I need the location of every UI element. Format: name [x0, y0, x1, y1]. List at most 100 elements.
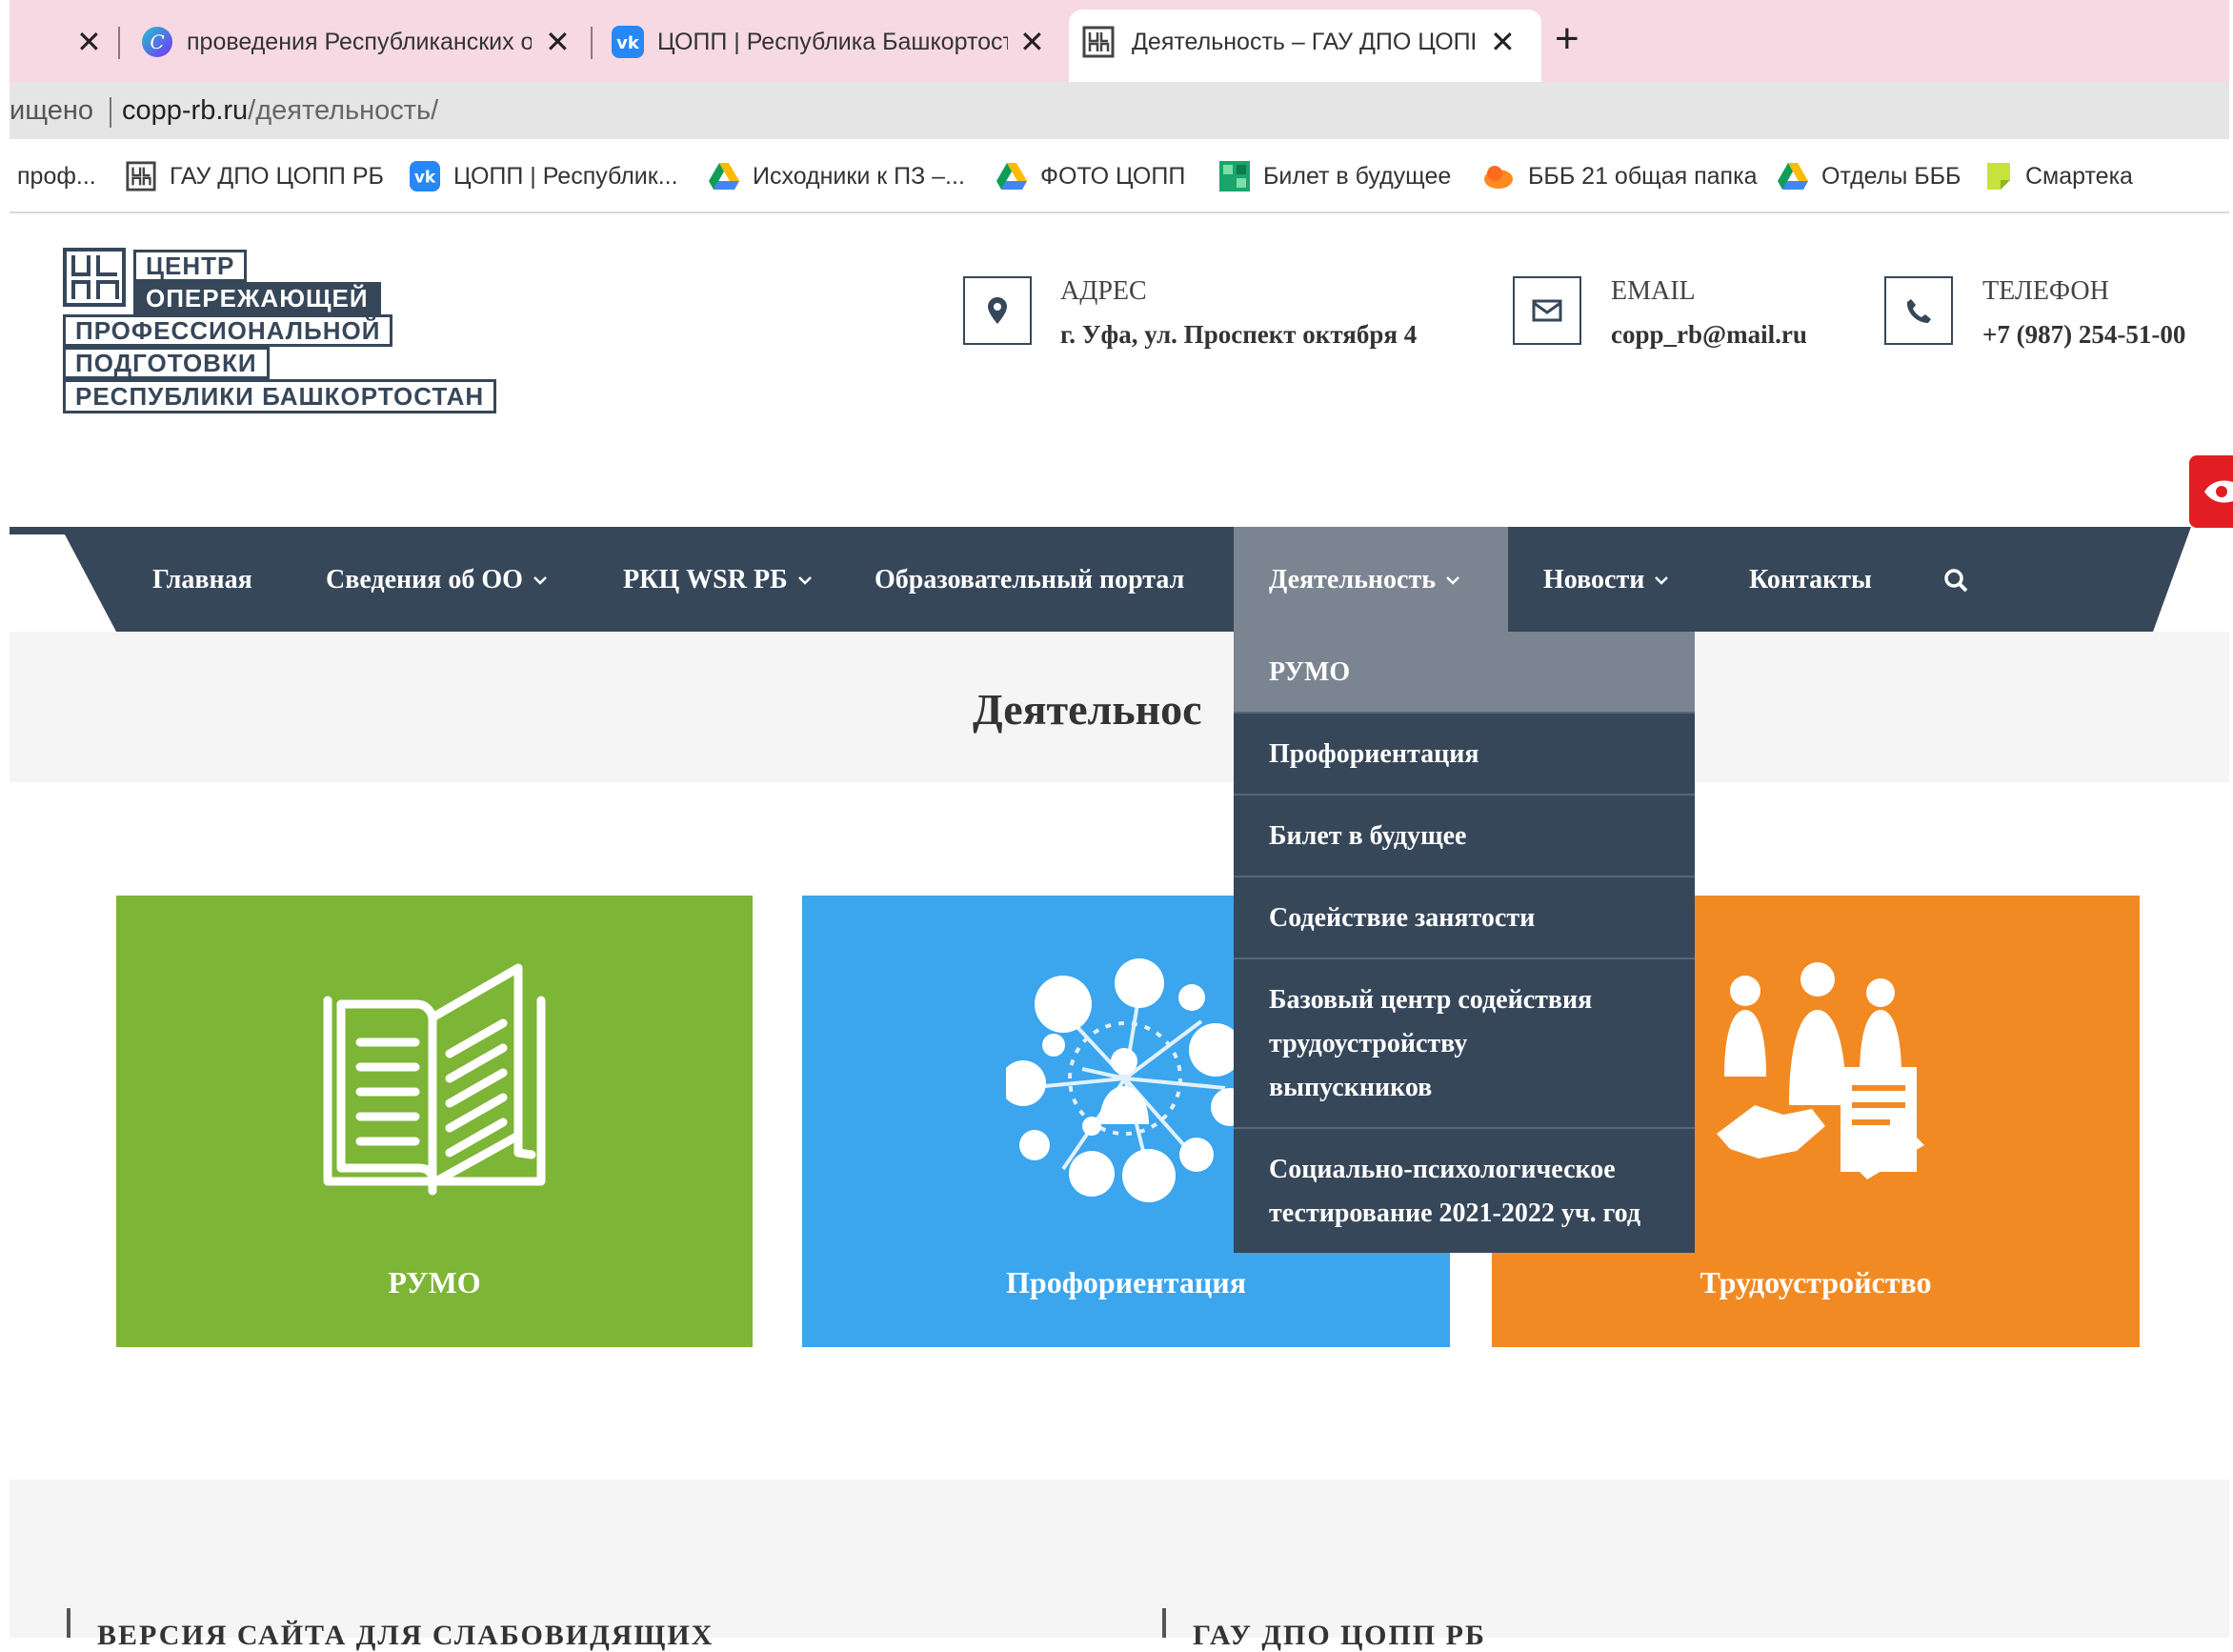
bookmark-smarteka[interactable]: Смартека — [1985, 158, 2133, 194]
dropdown-item-label: Содействие занятости — [1269, 903, 1536, 933]
copp-logo-icon — [126, 161, 156, 191]
browser-tab-1[interactable]: ✕ — [19, 11, 105, 72]
card-label: Трудоустройство — [1700, 1265, 1932, 1299]
nav-item-novosti[interactable]: Новости — [1543, 551, 1669, 610]
envelope-icon — [1513, 276, 1581, 345]
nav-item-deyatelnost[interactable]: Деятельность — [1269, 551, 1460, 610]
dropdown-item-label: Социально-психологическое — [1269, 1155, 1616, 1184]
bookmark-copp-vk[interactable]: vk ЦОПП | Республик... — [410, 158, 678, 194]
nav-item-portal[interactable]: Образовательный портал — [875, 551, 1184, 610]
deyatelnost-dropdown-menu: РУМО Профориентация Билет в будущее Соде… — [1234, 632, 1695, 1253]
close-tab-icon[interactable]: ✕ — [1019, 24, 1045, 60]
browser-tab-3[interactable]: vk ЦОПП | Республика Башкортост ✕ — [612, 11, 1050, 72]
nav-label: Новости — [1543, 565, 1645, 594]
handshake-contract-icon — [1707, 962, 1936, 1191]
email-label: EMAIL — [1611, 276, 1696, 306]
bookmark-bbb21[interactable]: БББ 21 общая папка — [1482, 158, 1757, 194]
browser-tab-2[interactable]: C проведения Республиканских о ✕ — [141, 11, 579, 72]
nav-label: Деятельность — [1269, 565, 1436, 594]
bookmark-label: проф... — [17, 162, 96, 190]
logo-line-3: ПРОФЕССИОНАЛЬНОЙ — [63, 314, 393, 347]
chevron-down-icon — [533, 575, 548, 585]
close-tab-icon[interactable]: ✕ — [1490, 24, 1516, 60]
dropdown-item-label: трудоустройству — [1269, 1029, 1468, 1058]
dropdown-item-label: выпускников — [1269, 1073, 1433, 1102]
bookmark-label: Отделы БББ — [1821, 162, 1961, 190]
footer-org-heading: ГАУ ДПО ЦОПП РБ — [1193, 1620, 1486, 1651]
logo-line-4: ПОДГОТОВКИ — [63, 347, 270, 379]
url-text[interactable]: copp-rb.ru/деятельность/ — [122, 95, 438, 127]
bookmark-label: ГАУ ДПО ЦОПП РБ — [170, 162, 384, 190]
site-logo[interactable]: ЦЕНТР ОПЕРЕЖАЮЩЕЙ ПРОФЕССИОНАЛЬНОЙ ПОДГО… — [63, 246, 501, 423]
google-drive-icon — [1778, 163, 1808, 190]
tab-title: Деятельность – ГАУ ДПО ЦОПП — [1132, 28, 1475, 55]
search-button[interactable] — [1943, 551, 1968, 610]
cloud-folder-icon — [1482, 163, 1515, 190]
dropdown-item-proforientaciya[interactable]: Профориентация — [1234, 714, 1695, 796]
dropdown-item-bazovyi-centr[interactable]: Базовый центр содействия трудоустройству… — [1234, 959, 1695, 1129]
card-rumo[interactable]: РУМО — [116, 896, 753, 1347]
new-tab-button[interactable]: + — [1555, 15, 1579, 63]
bookmark-prof[interactable]: проф... — [17, 158, 96, 194]
svg-text:vk: vk — [616, 33, 640, 53]
vk-icon: vk — [410, 161, 440, 191]
bookmark-label: Билет в будущее — [1263, 162, 1452, 190]
chevron-down-icon — [1445, 575, 1460, 585]
security-status[interactable]: ищено — [10, 95, 93, 127]
address-value: г. Уфа, ул. Проспект октября 4 — [1060, 320, 1418, 349]
bookmark-label: Смартека — [2025, 162, 2133, 190]
accessibility-eye-button[interactable] — [2189, 455, 2233, 528]
open-book-icon — [318, 962, 551, 1200]
phone-value[interactable]: +7 (987) 254-51-00 — [1982, 320, 2185, 350]
tab-title: проведения Республиканских о — [187, 28, 532, 55]
dropdown-item-sodeistvie[interactable]: Содействие занятости — [1234, 877, 1695, 959]
url-domain: copp-rb.ru — [122, 95, 249, 126]
dropdown-item-label: Базовый центр содействия — [1269, 985, 1593, 1015]
bookmark-foto-copp[interactable]: ФОТО ЦОПП — [996, 158, 1185, 194]
close-tab-icon[interactable]: ✕ — [76, 24, 102, 60]
copp-logo-icon — [1082, 26, 1115, 58]
eye-icon — [2204, 480, 2233, 503]
tab-separator — [591, 27, 593, 59]
nav-label: Образовательный портал — [875, 565, 1185, 594]
phone-label: ТЕЛЕФОН — [1982, 276, 2109, 306]
dropdown-item-label: Профориентация — [1269, 739, 1479, 769]
nav-label: Сведения об ОО — [326, 565, 523, 594]
address-label: АДРЕС — [1060, 276, 1147, 306]
url-path: /деятельность/ — [248, 95, 439, 126]
dropdown-item-rumo[interactable]: РУМО — [1234, 632, 1695, 714]
logo-mark-icon — [63, 248, 126, 307]
svg-text:C: C — [150, 30, 164, 53]
google-drive-icon — [709, 163, 739, 190]
email-value[interactable]: copp_rb@mail.ru — [1611, 320, 1807, 350]
address-bar[interactable]: ищено copp-rb.ru/деятельность/ — [10, 82, 2229, 139]
footer-band — [10, 1480, 2229, 1638]
bookmark-gau-dpo[interactable]: ГАУ ДПО ЦОПП РБ — [126, 158, 384, 194]
bookmark-iskhodniki[interactable]: Исходники к ПЗ –... — [709, 158, 965, 194]
page-title: Деятельнос — [973, 685, 1202, 734]
browser-tab-4-active[interactable]: Деятельность – ГАУ ДПО ЦОПП ✕ — [1082, 11, 1530, 72]
dropdown-item-testirovanie[interactable]: Социально-психологическое тестирование 2… — [1234, 1129, 1695, 1253]
nav-item-home[interactable]: Главная — [152, 551, 252, 610]
bookmark-label: Исходники к ПЗ –... — [753, 162, 965, 190]
tab-title: ЦОПП | Республика Башкортост — [657, 28, 1008, 55]
bookmark-label: БББ 21 общая папка — [1528, 162, 1758, 190]
dropdown-item-bilet[interactable]: Билет в будущее — [1234, 796, 1695, 877]
chevron-down-icon — [797, 575, 813, 585]
dropdown-item-label: Билет в будущее — [1269, 821, 1467, 851]
nav-item-svedeniya[interactable]: Сведения об ОО — [326, 551, 548, 610]
network-people-icon — [1006, 955, 1244, 1202]
bilet-v-budushchee-icon — [1219, 161, 1250, 191]
nav-label: Главная — [152, 565, 252, 594]
logo-line-1: ЦЕНТР — [133, 250, 248, 282]
svg-text:vk: vk — [414, 168, 436, 187]
footer-accessible-version-heading[interactable]: ВЕРСИЯ САЙТА ДЛЯ СЛАБОВИДЯЩИХ — [97, 1620, 714, 1652]
bookmark-bilet[interactable]: Билет в будущее — [1219, 158, 1451, 194]
address-separator — [110, 97, 111, 128]
logo-line-2: ОПЕРЕЖАЮЩЕЙ — [133, 282, 381, 314]
nav-item-rkc-wsr[interactable]: РКЦ WSR РБ — [623, 551, 813, 610]
close-tab-icon[interactable]: ✕ — [545, 24, 571, 60]
bookmark-otdely-bbb[interactable]: Отделы БББ — [1778, 158, 1961, 194]
google-drive-icon — [996, 163, 1027, 190]
nav-item-kontakty[interactable]: Контакты — [1749, 551, 1872, 610]
